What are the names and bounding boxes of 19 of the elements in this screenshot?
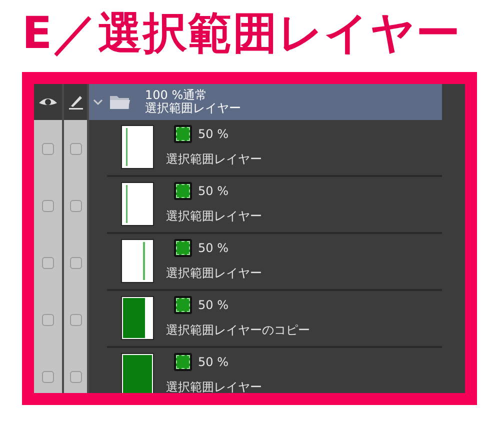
page-title: E／選択範囲レイヤー [22, 8, 462, 59]
layer-name: 選択範囲レイヤー [166, 208, 262, 225]
layer-opacity: 50 % [198, 184, 228, 198]
layer-row[interactable]: 50 % 選択範囲レイヤーのコピー [107, 291, 442, 348]
layer-opacity: 50 % [198, 355, 228, 369]
layer-opacity: 50 % [198, 298, 228, 312]
layer-row[interactable]: 50 % 選択範囲レイヤー [107, 120, 442, 177]
layer-opacity-mode: 100 %通常 [145, 89, 208, 102]
layer-name: 選択範囲レイヤー [166, 379, 262, 393]
layer-name: 選択範囲レイヤー [166, 151, 262, 168]
layer-opacity: 50 % [198, 241, 228, 255]
layer-name: 選択範囲レイヤー [166, 265, 262, 282]
layer-folder-name: 選択範囲レイヤー [145, 102, 241, 115]
layer-opacity: 50 % [198, 127, 228, 141]
layer-row[interactable]: 50 % 選択範囲レイヤー [107, 177, 442, 234]
layer-row[interactable]: 50 % 選択範囲レイヤー [107, 234, 442, 291]
layer-row[interactable]: 50 % 選択範囲レイヤー [107, 348, 442, 393]
layer-name: 選択範囲レイヤーのコピー [166, 322, 310, 339]
layer-folder-row[interactable]: 100 %通常 選択範囲レイヤー [89, 84, 442, 120]
